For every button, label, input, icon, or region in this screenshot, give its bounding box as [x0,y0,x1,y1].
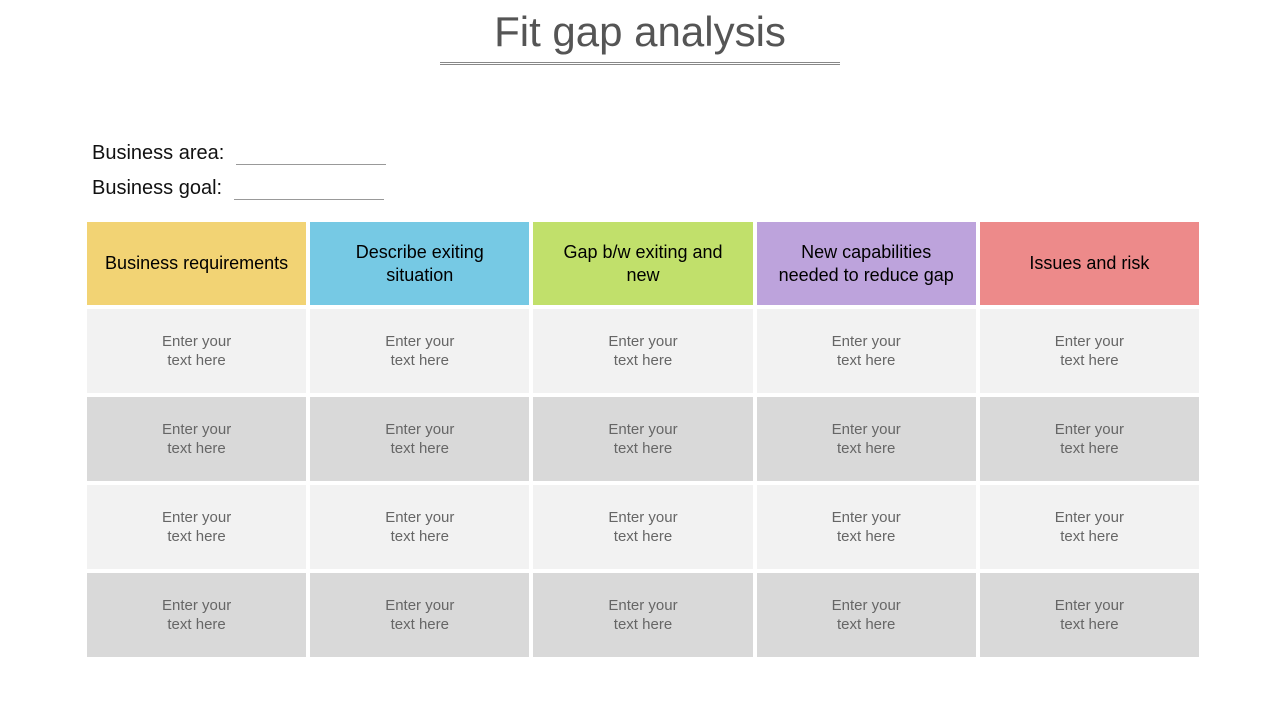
cell-r1-c2[interactable]: Enter your text here [533,397,752,481]
column-header-2: Gap b/w exiting and new [533,222,752,305]
cell-r1-c1[interactable]: Enter your text here [310,397,529,481]
cell-r3-c2[interactable]: Enter your text here [533,573,752,657]
business-goal-input[interactable] [234,182,384,200]
column-header-0: Business requirements [87,222,306,305]
column-header-4: Issues and risk [980,222,1199,305]
business-area-row: Business area: [92,142,386,165]
cell-r0-c0[interactable]: Enter your text here [87,309,306,393]
cell-r0-c2[interactable]: Enter your text here [533,309,752,393]
column-header-3: New capabilities needed to reduce gap [757,222,976,305]
cell-r2-c3[interactable]: Enter your text here [757,485,976,569]
cell-r2-c0[interactable]: Enter your text here [87,485,306,569]
cell-r3-c4[interactable]: Enter your text here [980,573,1199,657]
cell-r2-c2[interactable]: Enter your text here [533,485,752,569]
analysis-grid: Business requirementsDescribe exiting si… [87,222,1199,657]
business-goal-row: Business goal: [92,177,386,200]
cell-r2-c4[interactable]: Enter your text here [980,485,1199,569]
cell-r1-c0[interactable]: Enter your text here [87,397,306,481]
business-goal-label: Business goal: [92,177,222,200]
cell-r3-c0[interactable]: Enter your text here [87,573,306,657]
cell-r1-c4[interactable]: Enter your text here [980,397,1199,481]
cell-r0-c4[interactable]: Enter your text here [980,309,1199,393]
meta-block: Business area: Business goal: [92,142,386,212]
column-header-1: Describe exiting situation [310,222,529,305]
cell-r0-c3[interactable]: Enter your text here [757,309,976,393]
page-title: Fit gap analysis [484,8,796,62]
title-underline-2 [440,64,840,65]
cell-r3-c1[interactable]: Enter your text here [310,573,529,657]
cell-r3-c3[interactable]: Enter your text here [757,573,976,657]
cell-r0-c1[interactable]: Enter your text here [310,309,529,393]
business-area-input[interactable] [236,147,386,165]
cell-r2-c1[interactable]: Enter your text here [310,485,529,569]
business-area-label: Business area: [92,142,224,165]
cell-r1-c3[interactable]: Enter your text here [757,397,976,481]
title-block: Fit gap analysis [0,0,1280,65]
